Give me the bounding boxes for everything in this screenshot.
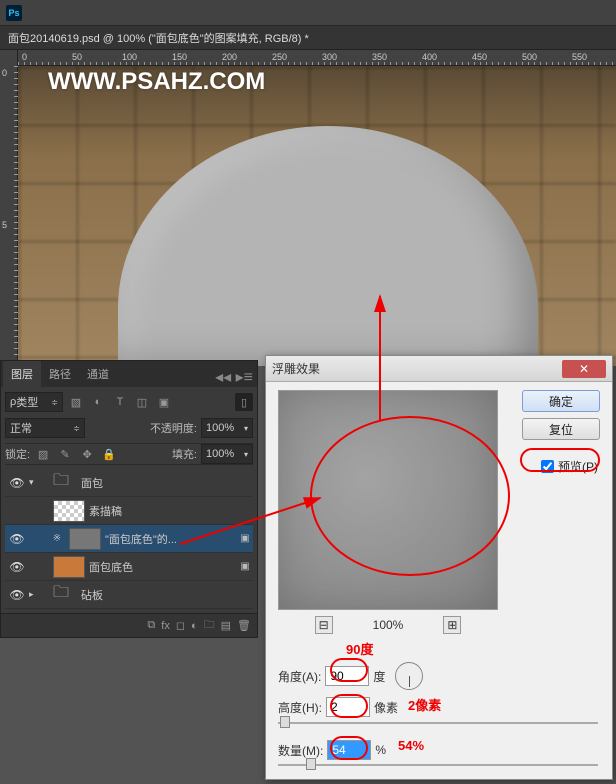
amount-row: 数量(M): % <box>278 740 386 760</box>
smart-filter-icon[interactable]: ▣ <box>237 561 253 572</box>
lock-label: 锁定: <box>5 446 30 462</box>
preview-checkbox[interactable]: 预览(P) <box>541 458 598 475</box>
emboss-dialog: 浮雕效果 ✕ ⊟ 100% ⊞ 确定 复位 预览(P) 角度(A): 度 高度(… <box>265 355 613 780</box>
layer-pattern-fill[interactable]: 👁 ※ "面包底色"的... ▣ <box>5 525 253 553</box>
height-unit: 像素 <box>374 699 398 716</box>
visibility-toggle[interactable]: 👁 <box>5 476 29 490</box>
mask-icon[interactable]: ◻ <box>176 619 185 632</box>
opacity-input[interactable]: 100%▾ <box>201 418 253 438</box>
layer-list: 👁 ▾ 🗀 面包 素描稿 👁 ※ "面包底色"的... ▣ 👁 <box>5 469 253 609</box>
visibility-toggle[interactable]: 👁 <box>5 560 29 574</box>
folder-toggle[interactable]: ▸ <box>29 589 41 600</box>
new-layer-icon[interactable]: ▤ <box>221 619 231 632</box>
folder-toggle[interactable]: ▾ <box>29 477 41 488</box>
tab-layers[interactable]: 图层 <box>3 361 41 387</box>
panel-menu-icon[interactable]: ◂◂ ▸≡ <box>117 367 257 387</box>
preview-check-input[interactable] <box>541 460 554 473</box>
group-icon[interactable]: 🗀 <box>204 616 215 635</box>
folder-icon: 🗀 <box>45 472 77 494</box>
zoom-in-button[interactable]: ⊞ <box>443 616 461 634</box>
blend-mode-dropdown[interactable]: 正常≑ <box>5 418 85 438</box>
ruler-vertical: 0 5 10 <box>0 50 18 390</box>
zoom-out-button[interactable]: ⊟ <box>315 616 333 634</box>
opacity-label: 不透明度: <box>150 420 197 436</box>
angle-row: 角度(A): 度 <box>278 662 423 690</box>
ps-app-icon: Ps <box>6 5 22 21</box>
visibility-toggle[interactable]: 👁 <box>5 532 29 546</box>
lock-all-icon[interactable]: 🔒 <box>100 445 118 463</box>
link-layers-icon[interactable]: ⧉ <box>147 619 155 632</box>
angle-label: 角度(A): <box>278 668 321 685</box>
effect-preview[interactable] <box>278 390 498 610</box>
lock-paint-icon[interactable]: ✎ <box>56 445 74 463</box>
zoom-value: 100% <box>373 618 404 632</box>
height-slider[interactable] <box>278 720 598 726</box>
ruler-horizontal: 0 50 100 150 200 250 300 350 400 450 500… <box>18 50 616 66</box>
layer-thumb <box>53 556 85 578</box>
fill-input[interactable]: 100%▾ <box>201 444 253 464</box>
fx-icon[interactable]: fx <box>161 620 170 632</box>
layer-thumb <box>69 528 101 550</box>
filter-toggle[interactable]: ▯ <box>235 393 253 411</box>
dialog-title: 浮雕效果 <box>272 360 320 377</box>
filter-adjust-icon[interactable]: ◐ <box>89 393 107 411</box>
fill-label: 填充: <box>172 446 197 462</box>
amount-slider[interactable] <box>278 762 598 768</box>
panel-tabstrip: 图层 路径 通道 ◂◂ ▸≡ <box>1 361 257 387</box>
dialog-titlebar[interactable]: 浮雕效果 ✕ <box>266 356 612 382</box>
amount-unit: % <box>375 743 386 757</box>
height-row: 高度(H): 像素 <box>278 697 398 717</box>
close-icon[interactable]: ✕ <box>562 360 606 378</box>
zoom-controls: ⊟ 100% ⊞ <box>278 616 498 634</box>
height-input[interactable] <box>326 697 370 717</box>
ok-button[interactable]: 确定 <box>522 390 600 412</box>
tab-channels[interactable]: 通道 <box>79 361 117 387</box>
layers-panel-footer: ⧉ fx ◻ ◐ 🗀 ▤ 🗑 <box>1 613 257 637</box>
height-label: 高度(H): <box>278 699 322 716</box>
lock-move-icon[interactable]: ✥ <box>78 445 96 463</box>
tab-paths[interactable]: 路径 <box>41 361 79 387</box>
amount-label: 数量(M): <box>278 742 323 759</box>
lock-transparent-icon[interactable]: ▨ <box>34 445 52 463</box>
angle-dial[interactable] <box>395 662 423 690</box>
canvas[interactable]: WWW.PSAHZ.COM <box>18 66 616 366</box>
angle-input[interactable] <box>325 666 369 686</box>
layer-thumb <box>53 500 85 522</box>
filter-shape-icon[interactable]: ◫ <box>133 393 151 411</box>
trash-icon[interactable]: 🗑 <box>237 619 251 632</box>
document-tab[interactable]: 面包20140619.psd @ 100% ("面包底色"的图案填充, RGB/… <box>8 30 309 46</box>
filter-pixel-icon[interactable]: ▧ <box>67 393 85 411</box>
visibility-toggle[interactable]: 👁 <box>5 588 29 602</box>
filter-type-icon[interactable]: T <box>111 393 129 411</box>
layer-sketch[interactable]: 素描稿 <box>5 497 253 525</box>
layer-group-board[interactable]: 👁 ▸ 🗀 砧板 <box>5 581 253 609</box>
document-tab-bar: 面包20140619.psd @ 100% ("面包底色"的图案填充, RGB/… <box>0 26 616 50</box>
reset-button[interactable]: 复位 <box>522 418 600 440</box>
filter-smart-icon[interactable]: ▣ <box>155 393 173 411</box>
layer-bread-base[interactable]: 👁 面包底色 ▣ <box>5 553 253 581</box>
layers-panel: 图层 路径 通道 ◂◂ ▸≡ ρ 类型≑ ▧ ◐ T ◫ ▣ ▯ 正常≑ 不透明… <box>0 360 258 638</box>
link-icon: ※ <box>49 533 65 544</box>
folder-icon: 🗀 <box>45 584 77 606</box>
filter-kind-dropdown[interactable]: ρ 类型≑ <box>5 392 63 412</box>
layer-group-bread[interactable]: 👁 ▾ 🗀 面包 <box>5 469 253 497</box>
smart-filter-icon[interactable]: ▣ <box>237 533 253 544</box>
watermark-text: WWW.PSAHZ.COM <box>48 68 265 96</box>
amount-input[interactable] <box>327 740 371 760</box>
angle-unit: 度 <box>373 668 385 685</box>
adjustment-icon[interactable]: ◐ <box>191 620 198 632</box>
app-title-bar: Ps <box>0 0 616 26</box>
